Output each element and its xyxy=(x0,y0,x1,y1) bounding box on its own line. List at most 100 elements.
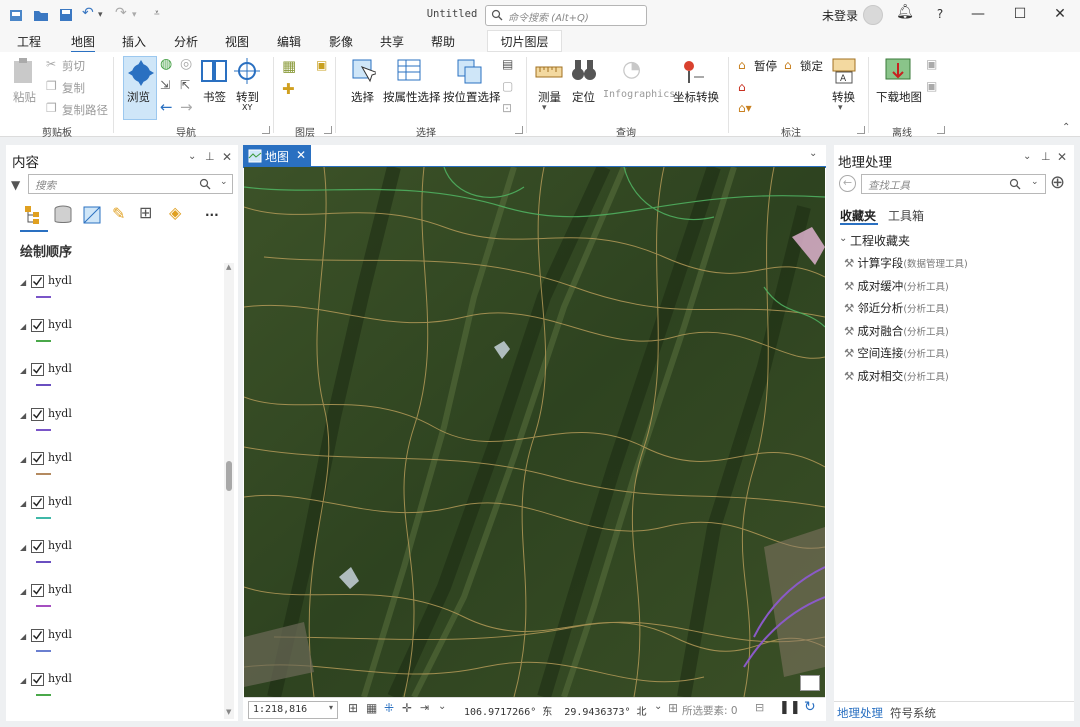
layer-name[interactable]: hydl xyxy=(48,451,72,464)
collapse-layer-icon[interactable]: ◢ xyxy=(20,632,26,641)
tab-toolboxes[interactable]: 工具箱 xyxy=(888,207,924,224)
more-options-button[interactable]: ... xyxy=(205,205,219,219)
layer-visibility-checkbox[interactable] xyxy=(31,540,44,554)
project-favorites-heading[interactable]: 工程收藏夹 xyxy=(850,232,910,249)
layer-visibility-checkbox[interactable] xyxy=(31,363,44,377)
list-by-selection-icon[interactable]: ⊞ xyxy=(139,203,152,222)
zoom-out-icon[interactable]: ⇱ xyxy=(180,78,190,92)
locate-button[interactable]: 定位 xyxy=(572,89,595,105)
sign-in-status[interactable]: 未登录 xyxy=(822,7,858,24)
add-icon[interactable]: ⊕ xyxy=(1050,172,1065,193)
layer-name[interactable]: hydl xyxy=(48,628,72,641)
layer-item[interactable]: ◢ hydl xyxy=(18,318,218,366)
infographics-button[interactable]: Infographics xyxy=(603,89,675,100)
copy-path-button[interactable]: 复制路径 xyxy=(62,102,108,118)
save-icon[interactable] xyxy=(58,7,74,23)
avatar[interactable] xyxy=(863,5,883,25)
tab-map-view[interactable]: 地图 ✕ xyxy=(243,145,311,167)
table-icon[interactable]: ⊟ xyxy=(755,701,764,714)
layer-item[interactable]: ◢ hydl xyxy=(18,539,218,587)
layer-line-symbol[interactable] xyxy=(36,472,51,475)
layer-line-symbol[interactable] xyxy=(36,517,51,519)
add-layer-icon[interactable]: ✚ xyxy=(282,80,295,98)
remove-offline-icon[interactable]: ▣ xyxy=(926,79,937,93)
customize-toolbar-icon[interactable]: ⩡ xyxy=(154,8,170,24)
copy-button[interactable]: 复制 xyxy=(62,80,85,96)
layer-line-symbol[interactable] xyxy=(36,428,51,431)
layer-item[interactable]: ◢ hydl xyxy=(18,495,218,543)
collapse-layer-icon[interactable]: ◢ xyxy=(20,455,26,464)
tab-geoprocessing[interactable]: 地理处理 xyxy=(837,705,883,721)
redo-dropdown-icon[interactable]: ▾ xyxy=(132,10,148,26)
tool-item[interactable]: ⚒ 邻近分析(分析工具) xyxy=(844,300,949,318)
pause-drawing-button[interactable]: ❚❚ xyxy=(779,700,801,715)
paste-button[interactable]: 粘贴 xyxy=(13,89,36,105)
grid-icon[interactable]: ▦ xyxy=(366,701,377,715)
layer-item[interactable]: ◢ hydl xyxy=(18,672,218,720)
tool-item[interactable]: ⚒ 成对缓冲(分析工具) xyxy=(844,278,949,296)
scroll-down-icon[interactable]: ▼ xyxy=(226,708,231,716)
layer-item[interactable]: ◢ hydl xyxy=(18,628,218,676)
scale-dropdown-icon[interactable]: ▾ xyxy=(329,703,333,712)
open-folder-icon[interactable] xyxy=(33,7,49,23)
tab-edit[interactable]: 编辑 xyxy=(277,33,301,50)
offline-launcher-icon[interactable] xyxy=(937,126,945,134)
search-dropdown-icon[interactable]: ⌄ xyxy=(220,177,228,187)
tab-share[interactable]: 共享 xyxy=(380,33,404,50)
zoom-to-selection-icon[interactable]: ⊡ xyxy=(502,101,512,115)
tab-analysis[interactable]: 分析 xyxy=(174,33,198,50)
basemap-icon[interactable]: ▦ xyxy=(282,57,296,75)
pin-icon[interactable]: ⊥ xyxy=(205,150,215,163)
map-canvas[interactable] xyxy=(244,167,825,697)
close-map-tab-icon[interactable]: ✕ xyxy=(296,148,306,162)
layer-visibility-checkbox[interactable] xyxy=(31,451,44,465)
add-data-icon[interactable]: ▣ xyxy=(316,58,327,72)
refresh-icon[interactable]: ↻ xyxy=(804,699,816,715)
labeling-launcher-icon[interactable] xyxy=(857,126,865,134)
convert-dropdown-icon[interactable]: ▾ xyxy=(838,103,843,113)
layer-name[interactable]: hydl xyxy=(48,495,72,508)
collapse-layer-icon[interactable]: ◢ xyxy=(20,587,26,596)
collapse-ribbon-icon[interactable]: ⌃ xyxy=(1062,122,1070,133)
collapse-layer-icon[interactable]: ◢ xyxy=(20,543,26,552)
tab-imagery[interactable]: 影像 xyxy=(329,33,353,50)
filter-icon[interactable]: ▼ xyxy=(11,178,20,192)
scale-selector[interactable]: 1:218,816 xyxy=(248,701,338,719)
layer-visibility-checkbox[interactable] xyxy=(31,496,44,509)
zoom-in-icon[interactable]: ⇲ xyxy=(160,78,170,92)
new-project-icon[interactable] xyxy=(8,7,24,23)
layer-item[interactable]: ◢ hydl xyxy=(18,362,218,410)
list-by-labeling-icon[interactable]: ◈ xyxy=(169,203,181,222)
undo-icon[interactable]: ↶ xyxy=(82,5,98,21)
scroll-up-icon[interactable]: ▲ xyxy=(226,263,231,271)
back-button[interactable]: ← xyxy=(839,175,856,192)
tab-help[interactable]: 帮助 xyxy=(431,33,455,50)
tab-symbology[interactable]: 符号系统 xyxy=(890,705,936,721)
list-by-snapping-icon[interactable]: ✎ xyxy=(112,204,125,223)
list-by-drawing-order-icon[interactable] xyxy=(24,205,46,225)
collapse-layer-icon[interactable]: ◢ xyxy=(20,322,26,331)
cut-button[interactable]: 剪切 xyxy=(62,58,85,74)
help-button[interactable]: ? xyxy=(930,7,950,21)
previous-extent-icon[interactable]: ← xyxy=(160,98,173,116)
layer-item[interactable]: ◢ hydl xyxy=(18,274,218,322)
close-button[interactable]: ✕ xyxy=(1050,6,1070,22)
measure-dropdown-icon[interactable]: ▾ xyxy=(542,103,547,113)
search-dropdown-icon[interactable]: ⌄ xyxy=(1031,177,1039,187)
layer-name[interactable]: hydl xyxy=(48,583,72,596)
fixed-zoom-icon[interactable]: ◎ xyxy=(180,56,192,72)
layer-line-symbol[interactable] xyxy=(36,605,51,608)
notifications-bell-icon[interactable]: 🔔︎ xyxy=(895,4,915,20)
pane-options-icon[interactable]: ⌄ xyxy=(188,151,196,162)
layer-line-symbol[interactable] xyxy=(36,384,51,387)
layer-line-symbol[interactable] xyxy=(36,340,51,343)
layer-name[interactable]: hydl xyxy=(48,407,72,420)
layer-line-symbol[interactable] xyxy=(36,649,51,652)
collapse-layer-icon[interactable]: ◢ xyxy=(20,411,26,420)
layer-name[interactable]: hydl xyxy=(48,672,72,685)
list-by-editing-icon[interactable] xyxy=(83,205,101,225)
layer-name[interactable]: hydl xyxy=(48,274,72,287)
command-search-input[interactable]: 命令搜索 (Alt+Q) xyxy=(485,5,647,26)
remove-labels-icon[interactable]: ⌂ xyxy=(738,80,746,94)
expand-section-icon[interactable]: ⌄ xyxy=(839,233,847,244)
